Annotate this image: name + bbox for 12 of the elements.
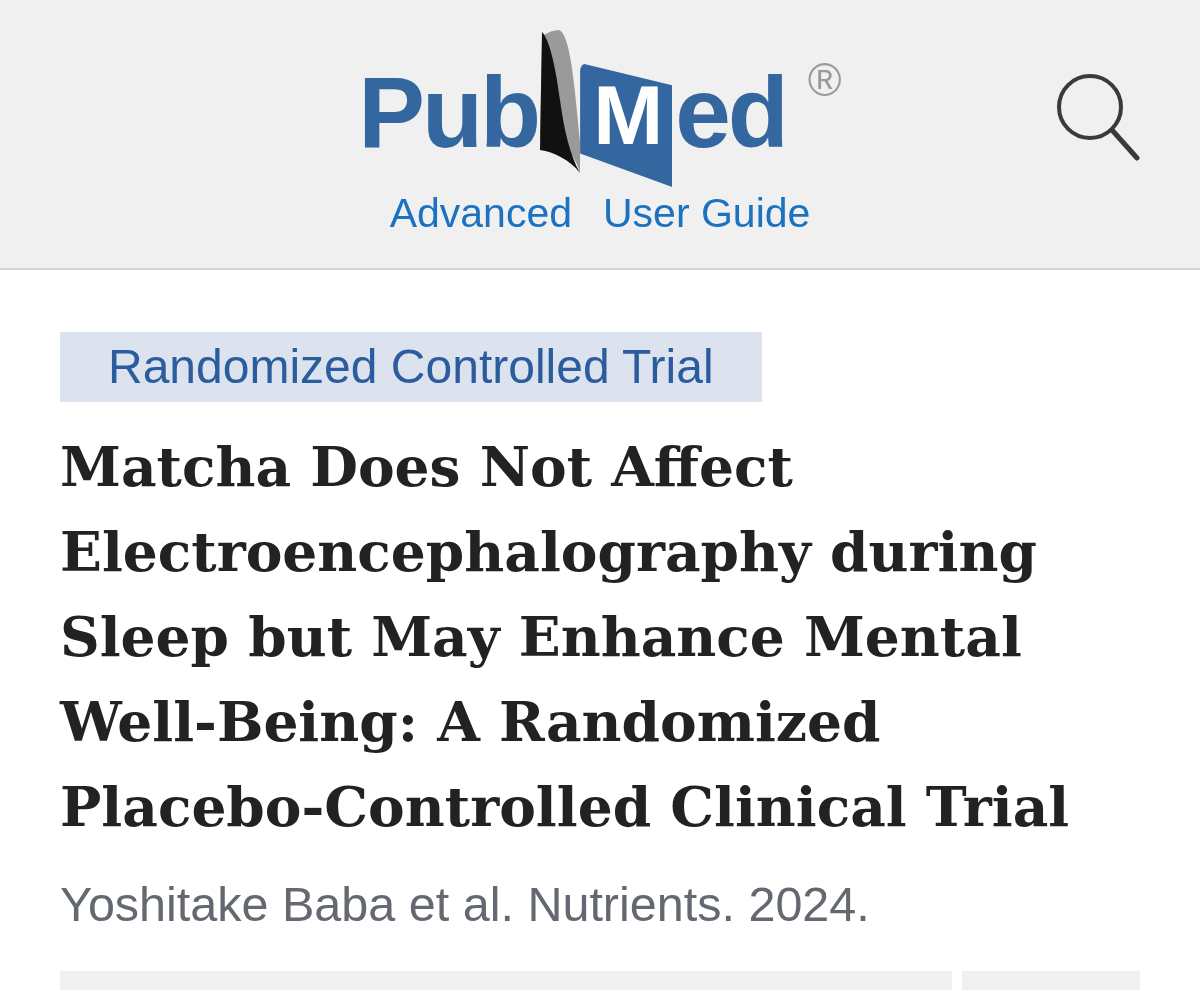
citation-text: Yoshitake Baba et al. Nutrients. 2024.	[60, 876, 871, 933]
article-title: Matcha Does Not Affect Electroencephalography during Sleep but May Enhance Mental Well-Being: A Randomized Placebo-Controlled Clinical Trial	[60, 433, 1071, 841]
book-pages-icon	[540, 30, 581, 173]
registered-mark: ®	[807, 57, 842, 103]
logo-page-letter: M	[580, 63, 673, 187]
search-icon	[1056, 73, 1140, 161]
nav-link[interactable]: User Guide	[603, 189, 811, 237]
nav-link[interactable]: Advanced	[389, 189, 572, 237]
logo-text: ed	[675, 62, 786, 162]
publication-type-tag: Randomized Controlled Trial	[60, 332, 762, 402]
search-button[interactable]	[1056, 73, 1140, 161]
logo-text: Pub	[358, 62, 539, 162]
